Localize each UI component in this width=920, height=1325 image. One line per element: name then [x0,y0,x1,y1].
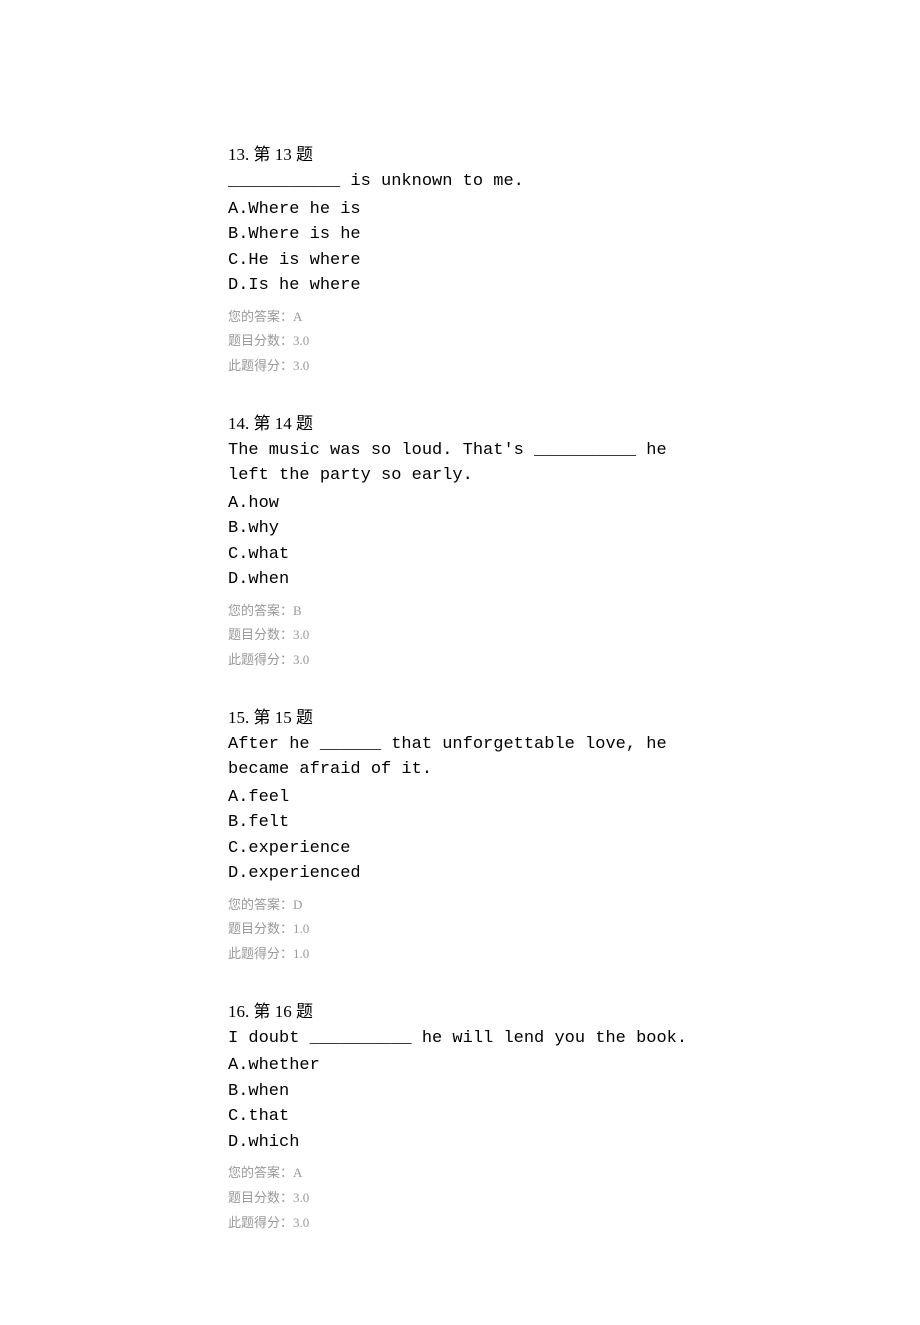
option-b: B.Where is he [228,222,690,248]
got-score: 此题得分：3.0 [228,354,690,379]
option-c: C.experience [228,836,690,862]
option-d: D.which [228,1130,690,1156]
option-a: A.Where he is [228,197,690,223]
answer-meta: 您的答案：D 题目分数：1.0 此题得分：1.0 [228,893,690,967]
option-c: C.that [228,1104,690,1130]
question-14: 14. 第 14 题 The music was so loud. That's… [228,409,690,673]
got-score: 此题得分：3.0 [228,648,690,673]
your-answer: 您的答案：A [228,305,690,330]
your-answer: 您的答案：A [228,1161,690,1186]
got-score: 此题得分：1.0 [228,942,690,967]
your-answer: 您的答案：B [228,599,690,624]
option-b: B.when [228,1079,690,1105]
question-number: 15. 第 15 题 [228,703,690,728]
question-number: 14. 第 14 题 [228,409,690,434]
question-16: 16. 第 16 题 I doubt __________ he will le… [228,997,690,1236]
question-text: ___________ is unknown to me. [228,169,690,195]
option-a: A.whether [228,1053,690,1079]
question-score: 题目分数：3.0 [228,1186,690,1211]
option-a: A.feel [228,785,690,811]
got-score: 此题得分：3.0 [228,1211,690,1236]
answer-meta: 您的答案：A 题目分数：3.0 此题得分：3.0 [228,1161,690,1235]
question-text: The music was so loud. That's __________… [228,438,690,489]
option-d: D.Is he where [228,273,690,299]
option-c: C.what [228,542,690,568]
question-text: After he ______ that unforgettable love,… [228,732,690,783]
question-15: 15. 第 15 题 After he ______ that unforget… [228,703,690,967]
question-score: 题目分数：1.0 [228,917,690,942]
question-number: 13. 第 13 题 [228,140,690,165]
option-c: C.He is where [228,248,690,274]
question-score: 题目分数：3.0 [228,329,690,354]
question-text: I doubt __________ he will lend you the … [228,1026,690,1052]
answer-meta: 您的答案：A 题目分数：3.0 此题得分：3.0 [228,305,690,379]
option-d: D.when [228,567,690,593]
question-number: 16. 第 16 题 [228,997,690,1022]
option-a: A.how [228,491,690,517]
question-score: 题目分数：3.0 [228,623,690,648]
page-content: 13. 第 13 题 ___________ is unknown to me.… [0,0,920,1325]
option-b: B.felt [228,810,690,836]
option-d: D.experienced [228,861,690,887]
question-13: 13. 第 13 题 ___________ is unknown to me.… [228,140,690,379]
option-b: B.why [228,516,690,542]
answer-meta: 您的答案：B 题目分数：3.0 此题得分：3.0 [228,599,690,673]
your-answer: 您的答案：D [228,893,690,918]
